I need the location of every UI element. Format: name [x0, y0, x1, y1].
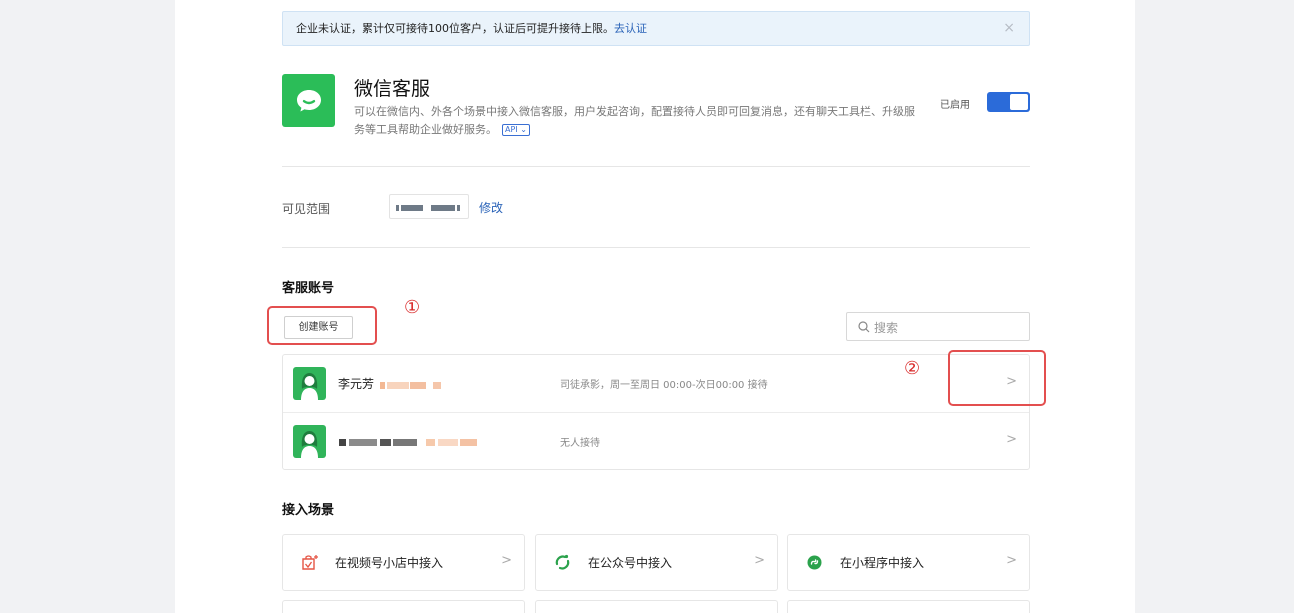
divider [282, 166, 1030, 167]
redacted-block [349, 439, 377, 446]
avatar [293, 425, 326, 458]
chevron-right-icon: > [1006, 553, 1017, 568]
toggle-knob [1010, 94, 1028, 110]
redacted-block [393, 439, 417, 446]
chevron-right-icon: > [501, 553, 512, 568]
search-input[interactable]: 搜索 [846, 312, 1030, 341]
mini-program-icon [805, 553, 824, 572]
redacted-block [457, 205, 460, 211]
notice-text: 企业未认证，累计仅可接待100位客户，认证后可提升接待上限。 [296, 22, 614, 35]
annotation-box-2 [948, 350, 1046, 406]
status-label: 已启用 [940, 100, 970, 111]
close-icon[interactable]: × [1003, 12, 1015, 45]
scene-card-partial[interactable] [535, 600, 778, 613]
scenes-section-title: 接入场景 [282, 503, 335, 518]
scene-mini-program[interactable]: 在小程序中接入 > [787, 534, 1030, 591]
verify-link[interactable]: 去认证 [614, 22, 647, 35]
scope-label: 可见范围 [282, 202, 331, 216]
redacted-block [401, 205, 423, 211]
avatar [293, 367, 326, 400]
divider [282, 247, 1030, 248]
redacted-block [433, 382, 441, 389]
redacted-block [431, 205, 455, 211]
scene-card-partial[interactable] [282, 600, 525, 613]
scene-card-partial[interactable] [787, 600, 1030, 613]
search-placeholder: 搜索 [874, 321, 899, 335]
api-dropdown[interactable]: API ⌄ [502, 124, 530, 136]
app-description: 可以在微信内、外各个场景中接入微信客服，用户发起咨询，配置接待人员即可回复消息，… [354, 103, 924, 139]
official-account-icon [553, 553, 572, 572]
redacted-block [438, 439, 458, 446]
video-shop-icon [300, 553, 319, 572]
redacted-block [410, 382, 426, 389]
redacted-block [380, 382, 385, 389]
account-status: 无人接待 [560, 438, 600, 449]
scene-label: 在公众号中接入 [588, 556, 673, 570]
create-account-button[interactable]: 创建账号 [284, 316, 353, 339]
scene-official-account[interactable]: 在公众号中接入 > [535, 534, 778, 591]
accounts-section-title: 客服账号 [282, 281, 335, 296]
scope-edit-link[interactable]: 修改 [479, 199, 503, 216]
wechat-kefu-logo-icon [282, 74, 335, 127]
scene-label: 在小程序中接入 [840, 556, 925, 570]
redacted-block [387, 382, 409, 389]
scene-label: 在视频号小店中接入 [335, 556, 444, 570]
redacted-block [396, 205, 399, 211]
scene-video-shop[interactable]: 在视频号小店中接入 > [282, 534, 525, 591]
account-name: 李元芳 [338, 377, 375, 391]
redacted-block [460, 439, 477, 446]
account-row[interactable]: 无人接待 > [283, 412, 1029, 469]
redacted-block [339, 439, 346, 446]
annotation-number-1: ① [404, 297, 421, 318]
app-title: 微信客服 [354, 78, 431, 100]
search-icon [858, 321, 870, 333]
chevron-right-icon[interactable]: > [1006, 432, 1017, 447]
redacted-block [426, 439, 435, 446]
redacted-block [380, 439, 391, 446]
api-label: API [505, 125, 518, 134]
enable-toggle[interactable] [987, 92, 1030, 112]
app-description-text: 可以在微信内、外各个场景中接入微信客服，用户发起咨询，配置接待人员即可回复消息，… [354, 105, 915, 136]
main-panel: 企业未认证，累计仅可接待100位客户，认证后可提升接待上限。去认证 × 微信客服… [175, 0, 1135, 613]
account-status: 司徒承影，周一至周日 00:00-次日00:00 接待 [560, 380, 768, 391]
scope-value [389, 194, 469, 219]
verification-notice: 企业未认证，累计仅可接待100位客户，认证后可提升接待上限。去认证 × [282, 11, 1030, 46]
annotation-number-2: ② [904, 358, 921, 379]
chevron-right-icon: > [754, 553, 765, 568]
